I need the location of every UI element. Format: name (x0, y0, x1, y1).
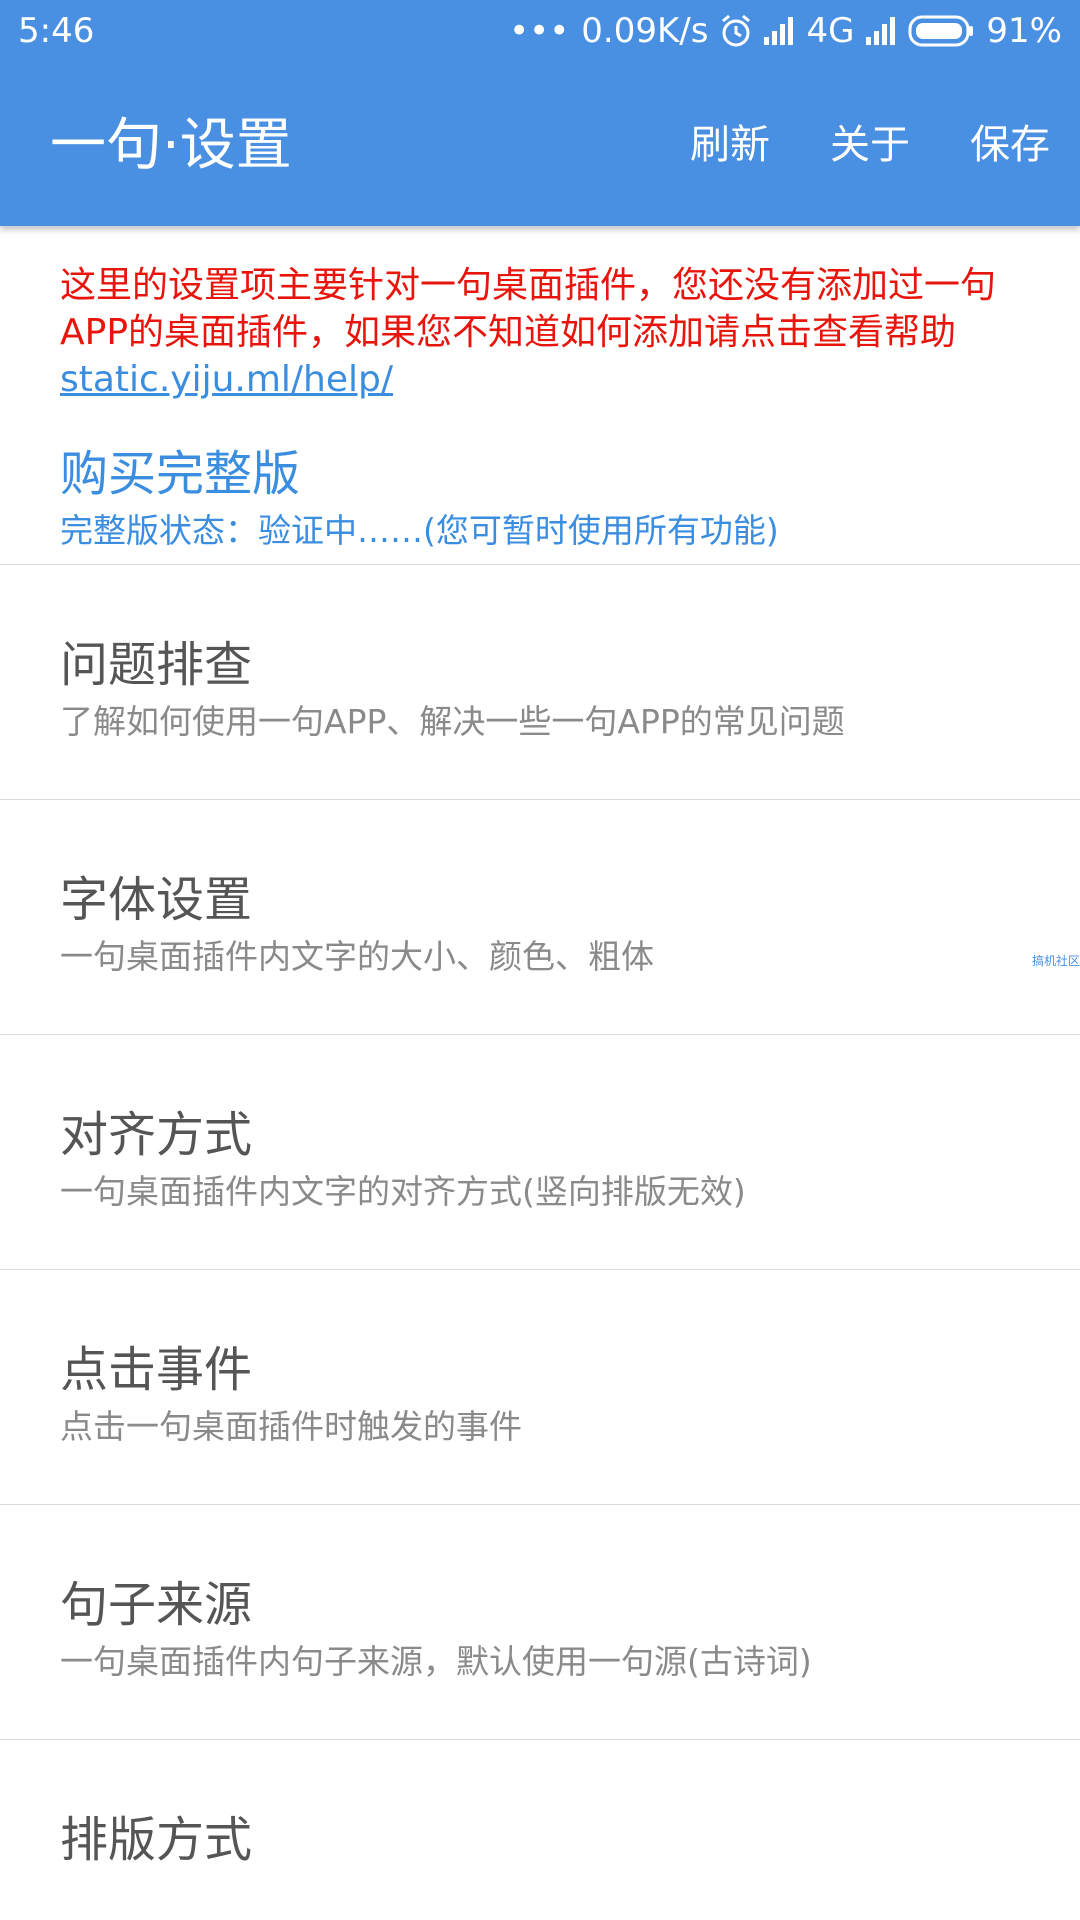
status-bar: 5:46 ••• 0.09K/s 4G 91% (0, 0, 1080, 62)
pref-summary: 了解如何使用一句APP、解决一些一句APP的常见问题 (60, 702, 845, 741)
save-button[interactable]: 保存 (970, 110, 1050, 180)
pref-font-settings[interactable]: 字体设置 一句桌面插件内文字的大小、颜色、粗体 (0, 800, 1080, 1035)
alarm-icon (720, 14, 752, 48)
pref-summary: 一句桌面插件内文字的对齐方式(竖向排版无效) (60, 1172, 746, 1211)
battery-icon (908, 15, 974, 47)
help-link[interactable]: static.yiju.ml/help/ (60, 359, 393, 400)
pref-click-event[interactable]: 点击事件 点击一句桌面插件时触发的事件 (0, 1270, 1080, 1505)
pref-title: 句子来源 (60, 1577, 253, 1633)
notice-text: 这里的设置项主要针对一句桌面插件，您还没有添加过一句APP的桌面插件，如果您不知… (60, 265, 997, 353)
pref-title: 字体设置 (60, 872, 253, 928)
battery-level: 91% (986, 11, 1062, 51)
pref-summary: 一句桌面插件内句子来源，默认使用一句源(古诗词) (60, 1642, 812, 1681)
pref-troubleshooting[interactable]: 问题排查 了解如何使用一句APP、解决一些一句APP的常见问题 (0, 565, 1080, 800)
pref-alignment[interactable]: 对齐方式 一句桌面插件内文字的对齐方式(竖向排版无效) (0, 1035, 1080, 1270)
about-button[interactable]: 关于 (830, 110, 910, 180)
pref-title: 购买完整版 (60, 446, 301, 502)
pref-title: 排版方式 (60, 1812, 253, 1868)
pref-summary: 点击一句桌面插件时触发的事件 (60, 1407, 522, 1446)
watermark: 搞机社区 (1031, 954, 1080, 968)
pref-title: 点击事件 (60, 1342, 253, 1398)
pref-title: 问题排查 (60, 637, 253, 693)
settings-list: 这里的设置项主要针对一句桌面插件，您还没有添加过一句APP的桌面插件，如果您不知… (0, 226, 1080, 1920)
page-title: 一句·设置 (50, 113, 292, 178)
pref-layout-mode[interactable]: 排版方式 (0, 1740, 1080, 1920)
signal-icon (764, 17, 794, 45)
network-type: 4G (806, 11, 855, 51)
signal-icon-2 (866, 17, 896, 45)
pref-title: 对齐方式 (60, 1107, 253, 1163)
pref-summary: 一句桌面插件内文字的大小、颜色、粗体 (60, 937, 654, 976)
toolbar-actions: 刷新 关于 保存 (690, 110, 1050, 180)
status-time: 5:46 (18, 11, 95, 51)
refresh-button[interactable]: 刷新 (690, 110, 770, 180)
notice-message: 这里的设置项主要针对一句桌面插件，您还没有添加过一句APP的桌面插件，如果您不知… (60, 262, 1020, 403)
app-header: 5:46 ••• 0.09K/s 4G 91% 一句·设置 刷新 关于 保存 (0, 0, 1080, 226)
network-speed: 0.09K/s (581, 11, 709, 51)
more-notifications-icon: ••• (509, 11, 570, 51)
pref-summary: 完整版状态：验证中……(您可暂时使用所有功能) (60, 511, 779, 550)
buy-full-version[interactable]: 购买完整版 完整版状态：验证中……(您可暂时使用所有功能) (0, 404, 1080, 565)
pref-sentence-source[interactable]: 句子来源 一句桌面插件内句子来源，默认使用一句源(古诗词) (0, 1505, 1080, 1740)
status-indicators: ••• 0.09K/s 4G 91% (509, 0, 1062, 62)
